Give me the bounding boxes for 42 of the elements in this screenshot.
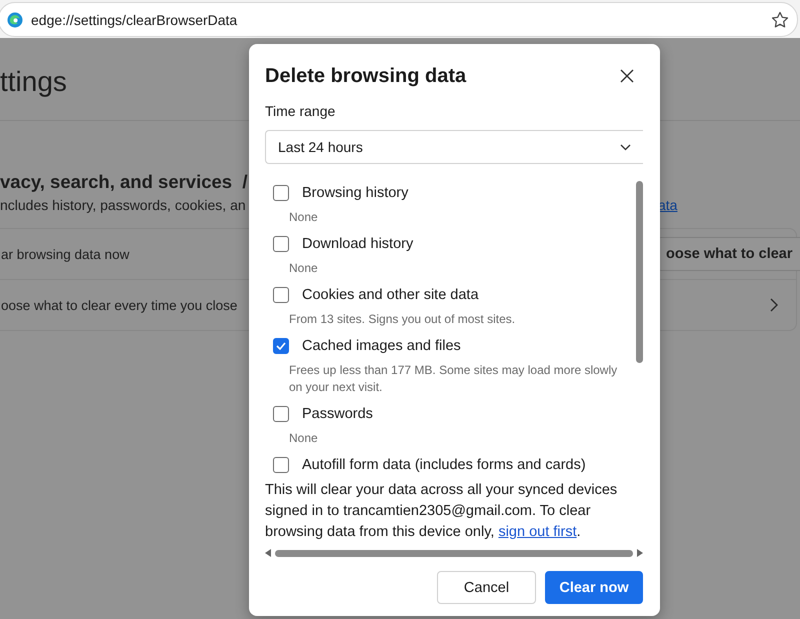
checkbox[interactable] bbox=[273, 287, 289, 303]
item-detail: None bbox=[288, 209, 319, 226]
checkbox[interactable] bbox=[273, 457, 289, 473]
check-icon bbox=[276, 342, 286, 350]
choose-button[interactable]: oose what to clear bbox=[657, 237, 800, 271]
checkbox[interactable] bbox=[273, 236, 289, 252]
horizontal-scrollbar[interactable] bbox=[275, 550, 633, 556]
clear-now-button[interactable]: Clear now bbox=[545, 571, 643, 604]
star-icon[interactable] bbox=[771, 10, 789, 28]
scroll-right-icon[interactable] bbox=[637, 549, 643, 557]
checkbox-label: Autofill form data (includes forms and cards) bbox=[302, 457, 586, 473]
sign-out-link[interactable]: sign out first bbox=[498, 524, 577, 540]
checkbox[interactable] bbox=[273, 406, 289, 422]
chevron-down-icon bbox=[620, 144, 631, 150]
time-range-dropdown[interactable]: Last 24 hours bbox=[265, 130, 643, 164]
close-icon[interactable] bbox=[620, 69, 634, 83]
checkbox-label: Browsing history bbox=[302, 185, 408, 201]
setting-label: ar browsing data now bbox=[1, 246, 130, 262]
vertical-scrollbar[interactable] bbox=[636, 181, 643, 363]
dialog-title: Delete browsing data bbox=[265, 64, 466, 88]
checkbox-label: Cookies and other site data bbox=[302, 287, 479, 303]
address-bar[interactable]: edge://settings/clearBrowserData bbox=[0, 2, 798, 37]
scroll-left-icon[interactable] bbox=[265, 549, 271, 557]
checkbox-label: Download history bbox=[302, 236, 414, 252]
section-title: vacy, search, and services / bbox=[0, 170, 248, 194]
item-detail: None bbox=[288, 260, 319, 277]
item-detail: From 13 sites. Signs you out of most sites. bbox=[288, 311, 516, 328]
chevron-right-icon[interactable] bbox=[770, 298, 778, 312]
time-range-label: Time range bbox=[265, 102, 336, 121]
section-description: ncludes history, passwords, cookies, an bbox=[0, 196, 246, 215]
cancel-button[interactable]: Cancel bbox=[437, 571, 536, 604]
item-detail: None bbox=[288, 430, 319, 447]
url-text: edge://settings/clearBrowserData bbox=[31, 12, 238, 28]
item-detail: Frees up less than 177 MB. Some sites may load more slowly on your next visit. bbox=[288, 362, 618, 396]
checkbox-label: Passwords bbox=[302, 406, 373, 422]
checkbox[interactable] bbox=[273, 338, 289, 354]
page-heading: ttings bbox=[0, 65, 67, 99]
browser-logo-icon bbox=[7, 12, 23, 28]
sync-notice-text: This will clear your data across all your synced devices signed in to trancamtien2305@gmail.com. To clear browsing data from this device only, sign out first. bbox=[265, 481, 618, 542]
checkbox-label: Cached images and files bbox=[302, 338, 461, 354]
checkbox[interactable] bbox=[273, 185, 289, 201]
setting-label: oose what to clear every time you close bbox=[1, 298, 238, 312]
